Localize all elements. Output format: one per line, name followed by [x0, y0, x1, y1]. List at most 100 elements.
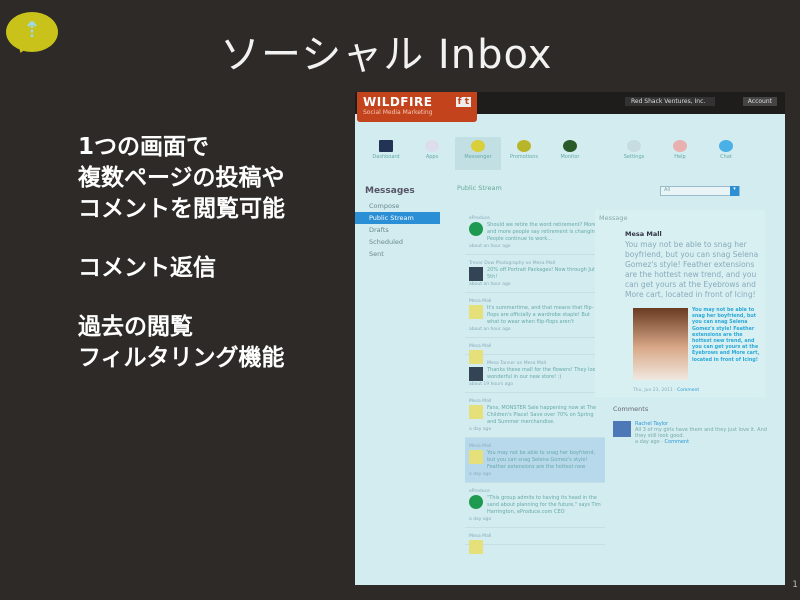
post-text: 20% off Portrait Packages! Now through J… — [487, 267, 598, 280]
post-avatar — [469, 450, 483, 464]
nav-label: Dashboard — [372, 154, 400, 160]
stream-post[interactable]: Mesa Mall You may not be able to snag her… — [465, 438, 605, 483]
message-photo — [633, 308, 688, 380]
bullet-line: コメント返信 — [78, 255, 216, 281]
post-avatar — [469, 540, 483, 554]
speech-bubble-logo-icon: ⇡ — [6, 12, 58, 52]
nav-apps[interactable]: Apps — [409, 137, 455, 170]
slide-title: ソーシャル Inbox — [220, 32, 553, 78]
sidebar-item-scheduled[interactable]: Scheduled — [355, 236, 440, 248]
nav-label: Apps — [425, 154, 439, 160]
sidebar-title: Messages — [365, 186, 415, 196]
brand-tagline: Social Media Marketing — [363, 109, 433, 116]
post-author: Mesa Mall — [469, 399, 492, 404]
stream-post[interactable]: Mesa Mall — [465, 338, 605, 364]
comment-link[interactable]: Comment — [665, 439, 690, 445]
nav-settings[interactable]: Settings — [611, 137, 657, 170]
top-bar: WILDFIRE Social Media Marketing f t Red … — [355, 92, 785, 122]
sidebar-item-drafts[interactable]: Drafts — [355, 224, 440, 236]
post-author: eProduce — [469, 216, 490, 221]
bullet-line: 複数ページの投稿や — [78, 165, 285, 191]
nav-dashboard[interactable]: Dashboard — [363, 137, 409, 170]
nav-promotions[interactable]: Promotions — [501, 137, 547, 170]
message-author: Mesa Mall — [625, 230, 662, 238]
gear-icon — [627, 140, 641, 152]
bullet-line: 1つの画面で — [78, 134, 210, 160]
comments-section: Comments Rachel Taylor All 3 of my girls… — [613, 405, 773, 445]
post-time: a day ago — [469, 427, 492, 432]
sidebar-item-sent[interactable]: Sent — [355, 248, 440, 260]
post-time: a day ago — [469, 517, 492, 522]
public-stream-list: eProduce Should we retire the word retire… — [465, 210, 605, 554]
post-time: about 19 hours ago — [469, 382, 514, 387]
page-number: 1 — [792, 580, 798, 590]
post-avatar — [469, 405, 483, 419]
bullet-line: フィルタリング機能 — [78, 345, 285, 371]
nav-label: Promotions — [509, 154, 539, 160]
apps-icon — [425, 140, 439, 152]
account-select[interactable]: Red Shack Ventures, Inc. — [625, 97, 715, 106]
sidebar-item-public-stream[interactable]: Public Stream — [355, 212, 440, 224]
comment-time: a day ago — [635, 439, 660, 445]
message-date: Thu, Jun 23, 2011 — [633, 388, 673, 393]
messenger-icon — [471, 140, 485, 152]
comment-text: All 3 of my girls have them and they jus… — [635, 427, 767, 439]
stream-post[interactable]: eProduce "This group admits to having its… — [465, 483, 605, 528]
nav-label: Settings — [623, 154, 645, 160]
post-avatar — [469, 305, 483, 319]
nav-label: Monitor — [560, 154, 580, 160]
promotions-icon — [517, 140, 531, 152]
stream-post[interactable]: Mesa Mall It's summertime, and that means… — [465, 293, 605, 338]
nav-messenger[interactable]: Messenger — [455, 137, 501, 170]
messages-sidebar: Messages Compose Public Stream Drafts Sc… — [355, 182, 440, 260]
message-body: You may not be able to snag her boyfrien… — [625, 240, 759, 299]
dashboard-icon — [379, 140, 393, 152]
message-panel-title: Message — [599, 214, 628, 222]
nav-help[interactable]: Help — [657, 137, 703, 170]
post-text: "This group admits to having its head in… — [487, 495, 601, 515]
stream-post[interactable]: Mesa Tanner on Mesa Mall Thanks these mal… — [465, 355, 605, 393]
comment-link[interactable]: Comment — [677, 388, 699, 393]
stream-title: Public Stream — [457, 184, 502, 192]
bullet-line: 過去の閲覧 — [78, 314, 193, 340]
post-avatar — [469, 350, 483, 364]
brand-name: WILDFIRE — [363, 95, 433, 109]
nav-label: Help — [674, 154, 686, 160]
post-text: You may not be able to snag her boyfrien… — [487, 450, 596, 470]
stream-filter-select[interactable]: All — [660, 186, 740, 196]
sidebar-item-compose[interactable]: Compose — [355, 200, 440, 212]
social-icons: f t — [455, 97, 471, 107]
stream-post[interactable]: Trevor Dow Photography on Mesa Mall 20% o… — [465, 255, 605, 293]
nav-chat[interactable]: Chat — [703, 137, 749, 170]
post-text: Should we retire the word retirement? Mo… — [487, 222, 600, 242]
post-text: Thanks these mall for the flowers! They … — [487, 367, 599, 380]
message-panel: Message Mesa Mall You may not be able to… — [595, 210, 765, 397]
nav-monitor[interactable]: Monitor — [547, 137, 593, 170]
post-avatar — [469, 367, 483, 381]
bullet-group: 過去の閲覧 フィルタリング機能 — [78, 312, 285, 374]
bullet-group: 1つの画面で 複数ページの投稿や コメントを閲覧可能 — [78, 132, 285, 225]
slide-bullets: 1つの画面で 複数ページの投稿や コメントを閲覧可能 コメント返信 過去の閲覧 … — [78, 132, 285, 402]
post-time: a day ago — [469, 472, 492, 477]
post-avatar — [469, 495, 483, 509]
post-text: Fans, MONSTER Sale happening now at The … — [487, 405, 597, 425]
post-avatar — [469, 267, 483, 281]
post-author: Mesa Tanner on Mesa Mall — [487, 361, 547, 366]
brand-logo: WILDFIRE Social Media Marketing f t — [357, 92, 477, 122]
bullet-line: コメントを閲覧可能 — [78, 196, 285, 222]
post-author: eProduce — [469, 489, 490, 494]
post-author: Mesa Mall — [469, 299, 492, 304]
post-author: Mesa Mall — [469, 444, 492, 449]
comments-title: Comments — [613, 405, 649, 413]
app-screenshot: WILDFIRE Social Media Marketing f t Red … — [355, 92, 785, 585]
stream-post[interactable]: Mesa Mall — [465, 528, 605, 554]
stream-post[interactable]: eProduce Should we retire the word retire… — [465, 210, 605, 255]
commenter-avatar — [613, 421, 631, 437]
post-text: It's summertime, and that means that fli… — [487, 305, 594, 325]
stream-post[interactable]: Mesa Mall Fans, MONSTER Sale happening no… — [465, 393, 605, 438]
bullet-group: コメント返信 — [78, 253, 285, 284]
comment-item: Rachel Taylor All 3 of my girls have the… — [613, 421, 773, 445]
nav-label: Messenger — [464, 154, 492, 160]
post-time: about an hour ago — [469, 327, 511, 332]
account-button[interactable]: Account — [742, 97, 777, 106]
